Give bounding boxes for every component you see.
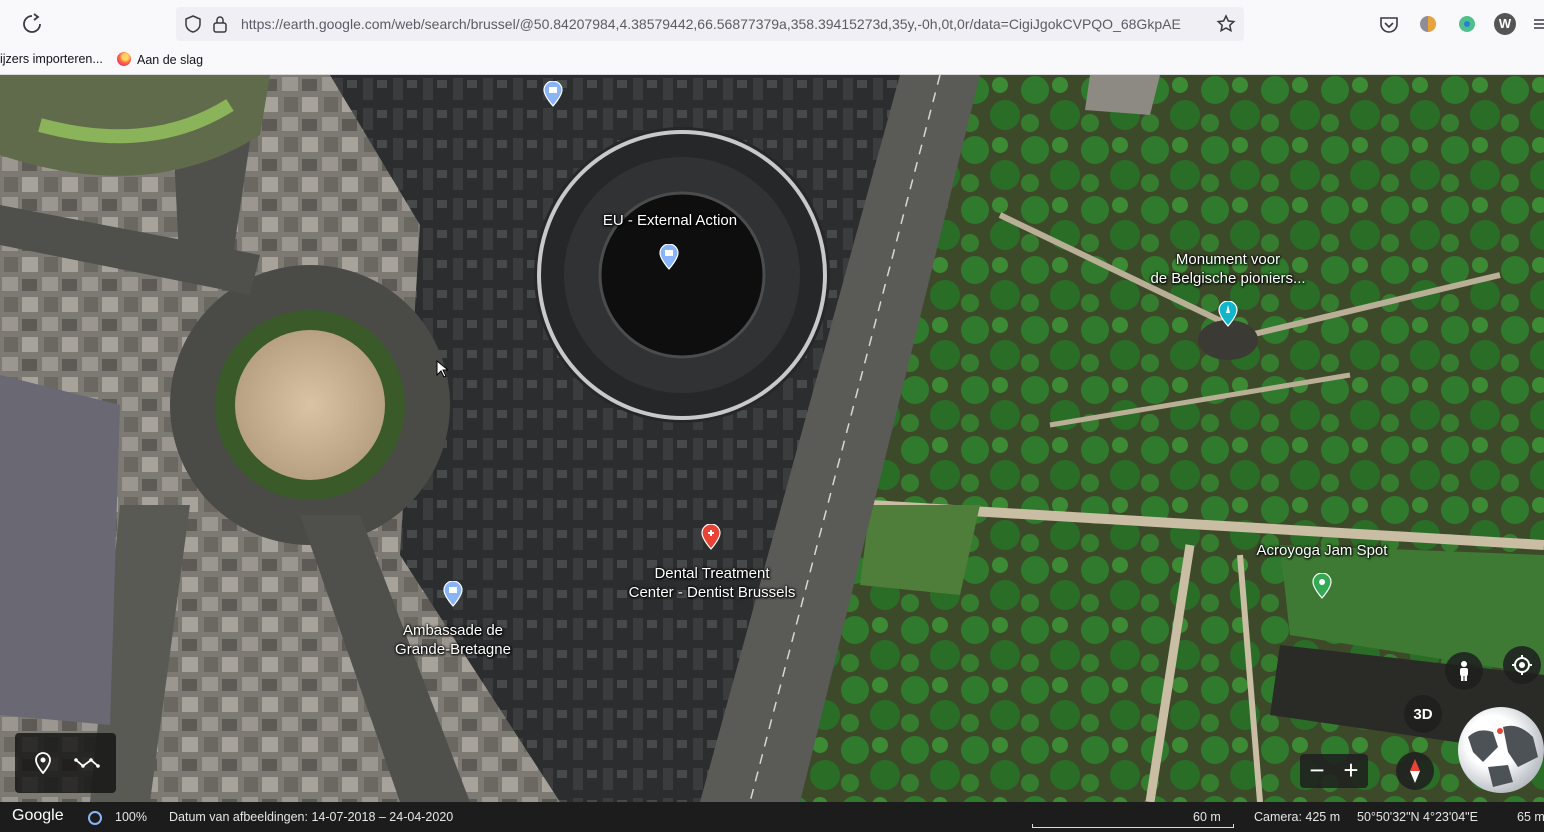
label-monument-line1[interactable]: Monument voor xyxy=(1176,250,1280,269)
label-embassy-line1[interactable]: Ambassade de xyxy=(403,621,503,640)
globe-minimap[interactable] xyxy=(1458,707,1544,793)
url-text[interactable]: https://earth.google.com/web/search/brus… xyxy=(241,16,1209,32)
label-embassy-line2[interactable]: Grande-Bretagne xyxy=(395,640,511,659)
add-placemark-button[interactable] xyxy=(27,747,59,779)
extension-green-icon[interactable] xyxy=(1456,13,1478,35)
map-view[interactable]: EU - External Action Monument voor de Be… xyxy=(0,75,1544,802)
toggle-3d-button[interactable]: 3D xyxy=(1404,695,1442,733)
bookmark-import[interactable]: ijzers importeren... xyxy=(0,52,103,66)
bookmark-star-icon[interactable] xyxy=(1216,14,1236,34)
bookmark-getting-started[interactable]: Aan de slag xyxy=(117,52,203,67)
label-eu-external-action[interactable]: EU - External Action xyxy=(603,211,737,230)
label-dental-line1[interactable]: Dental Treatment xyxy=(654,564,769,583)
bookmark-label: Aan de slag xyxy=(137,53,204,67)
shield-icon[interactable] xyxy=(184,15,202,33)
placemark-icon xyxy=(35,752,51,774)
extension-icon[interactable] xyxy=(1417,13,1439,35)
globe-icon xyxy=(1468,725,1538,787)
embassy-pin-icon[interactable] xyxy=(443,581,463,607)
camera-altitude: Camera: 425 m xyxy=(1254,810,1341,824)
place-pin-icon[interactable] xyxy=(543,81,563,107)
cursor-icon xyxy=(436,360,448,378)
coordinates: 50°50'32"N 4°23'04"E xyxy=(1357,810,1478,824)
google-logo: Google xyxy=(12,807,64,824)
zoom-controls: − + xyxy=(1300,754,1368,788)
firefox-icon xyxy=(117,52,131,66)
compass-icon xyxy=(1410,759,1420,783)
bookmarks-bar: ijzers importeren... Aan de slag xyxy=(0,48,1544,75)
reload-icon[interactable] xyxy=(20,12,44,36)
map-tools-panel xyxy=(15,733,116,793)
label-acroyoga[interactable]: Acroyoga Jam Spot xyxy=(1257,541,1388,560)
monument-pin-icon[interactable] xyxy=(1218,301,1238,327)
scale-label: 60 m xyxy=(1193,810,1221,824)
measure-path-icon xyxy=(74,758,100,768)
zoom-in-button[interactable]: + xyxy=(1334,754,1368,788)
loading-progress: 100% xyxy=(115,810,147,824)
label-monument-line2[interactable]: de Belgische pioniers... xyxy=(1150,269,1305,288)
status-bar: Google 100% Datum van afbeeldingen: 14-0… xyxy=(0,802,1544,832)
activity-pin-icon[interactable] xyxy=(1312,573,1332,599)
dentist-pin-icon[interactable] xyxy=(701,524,721,550)
crosshair-icon xyxy=(1512,655,1532,675)
imagery-date[interactable]: Datum van afbeeldingen: 14-07-2018 – 24-… xyxy=(169,810,453,824)
pegman-icon xyxy=(1460,661,1468,681)
compass-button[interactable] xyxy=(1396,752,1434,790)
elevation: 65 m xyxy=(1517,810,1544,824)
measure-button[interactable] xyxy=(71,747,103,779)
browser-toolbar: https://earth.google.com/web/search/brus… xyxy=(0,0,1544,48)
my-location-button[interactable] xyxy=(1503,646,1541,684)
url-bar[interactable]: https://earth.google.com/web/search/brus… xyxy=(176,7,1244,41)
scale-bar xyxy=(1032,824,1234,828)
street-view-button[interactable] xyxy=(1445,652,1483,690)
satellite-imagery xyxy=(0,75,1544,802)
profile-avatar[interactable]: W xyxy=(1494,13,1516,35)
menu-icon[interactable] xyxy=(1532,13,1544,35)
government-pin-icon[interactable] xyxy=(659,244,679,270)
label-dental-line2[interactable]: Center - Dentist Brussels xyxy=(629,583,796,602)
zoom-out-button[interactable]: − xyxy=(1300,754,1334,788)
pocket-icon[interactable] xyxy=(1378,13,1400,35)
loading-progress-icon xyxy=(88,811,102,825)
lock-icon[interactable] xyxy=(212,15,228,33)
